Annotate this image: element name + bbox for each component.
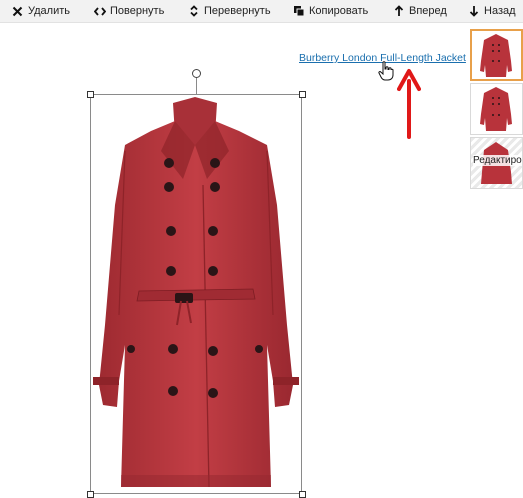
- thumbnail-edit[interactable]: Редактиров: [470, 137, 523, 189]
- copy-label: Копировать: [309, 5, 369, 17]
- arrow-down-icon: [467, 5, 480, 18]
- rotation-handle[interactable]: [192, 69, 201, 78]
- rotate-label: Повернуть: [110, 5, 165, 17]
- thumbnail-edit-label: Редактиров: [473, 155, 522, 166]
- thumbnail-coat-image: [480, 87, 512, 131]
- rotate-arrows-icon: [93, 5, 106, 18]
- arrow-up-icon: [392, 5, 405, 18]
- resize-handle-top-left[interactable]: [87, 91, 94, 98]
- delete-label: Удалить: [28, 5, 70, 17]
- copy-icon: [292, 5, 305, 18]
- flip-label: Перевернуть: [204, 5, 271, 17]
- forward-label: Вперед: [409, 5, 447, 17]
- flip-icon: [187, 5, 200, 18]
- resize-handle-top-right[interactable]: [299, 91, 306, 98]
- hand-pointer-icon: [378, 61, 394, 81]
- red-arrow-annotation: [397, 69, 421, 139]
- flip-button[interactable]: Перевернуть: [187, 0, 271, 22]
- thumbnail-alt-view[interactable]: [470, 83, 523, 135]
- design-canvas[interactable]: Burberry London Full-Length Jacket Редак…: [0, 23, 523, 498]
- delete-button[interactable]: Удалить: [11, 0, 70, 22]
- close-icon: [11, 5, 24, 18]
- forward-button[interactable]: Вперед: [392, 0, 447, 22]
- back-label: Назад: [484, 5, 516, 17]
- resize-handle-bottom-right[interactable]: [299, 491, 306, 498]
- back-button[interactable]: Назад: [467, 0, 516, 22]
- selection-frame: [90, 94, 302, 494]
- rotation-guide: [196, 77, 197, 94]
- editor-toolbar: Удалить Повернуть Перевернуть Копировать…: [0, 0, 523, 23]
- thumbnail-coat-image: [480, 34, 512, 77]
- copy-button[interactable]: Копировать: [292, 0, 368, 22]
- thumbnail-front-view[interactable]: [470, 29, 523, 81]
- resize-handle-bottom-left[interactable]: [87, 491, 94, 498]
- rotate-button[interactable]: Повернуть: [93, 0, 164, 22]
